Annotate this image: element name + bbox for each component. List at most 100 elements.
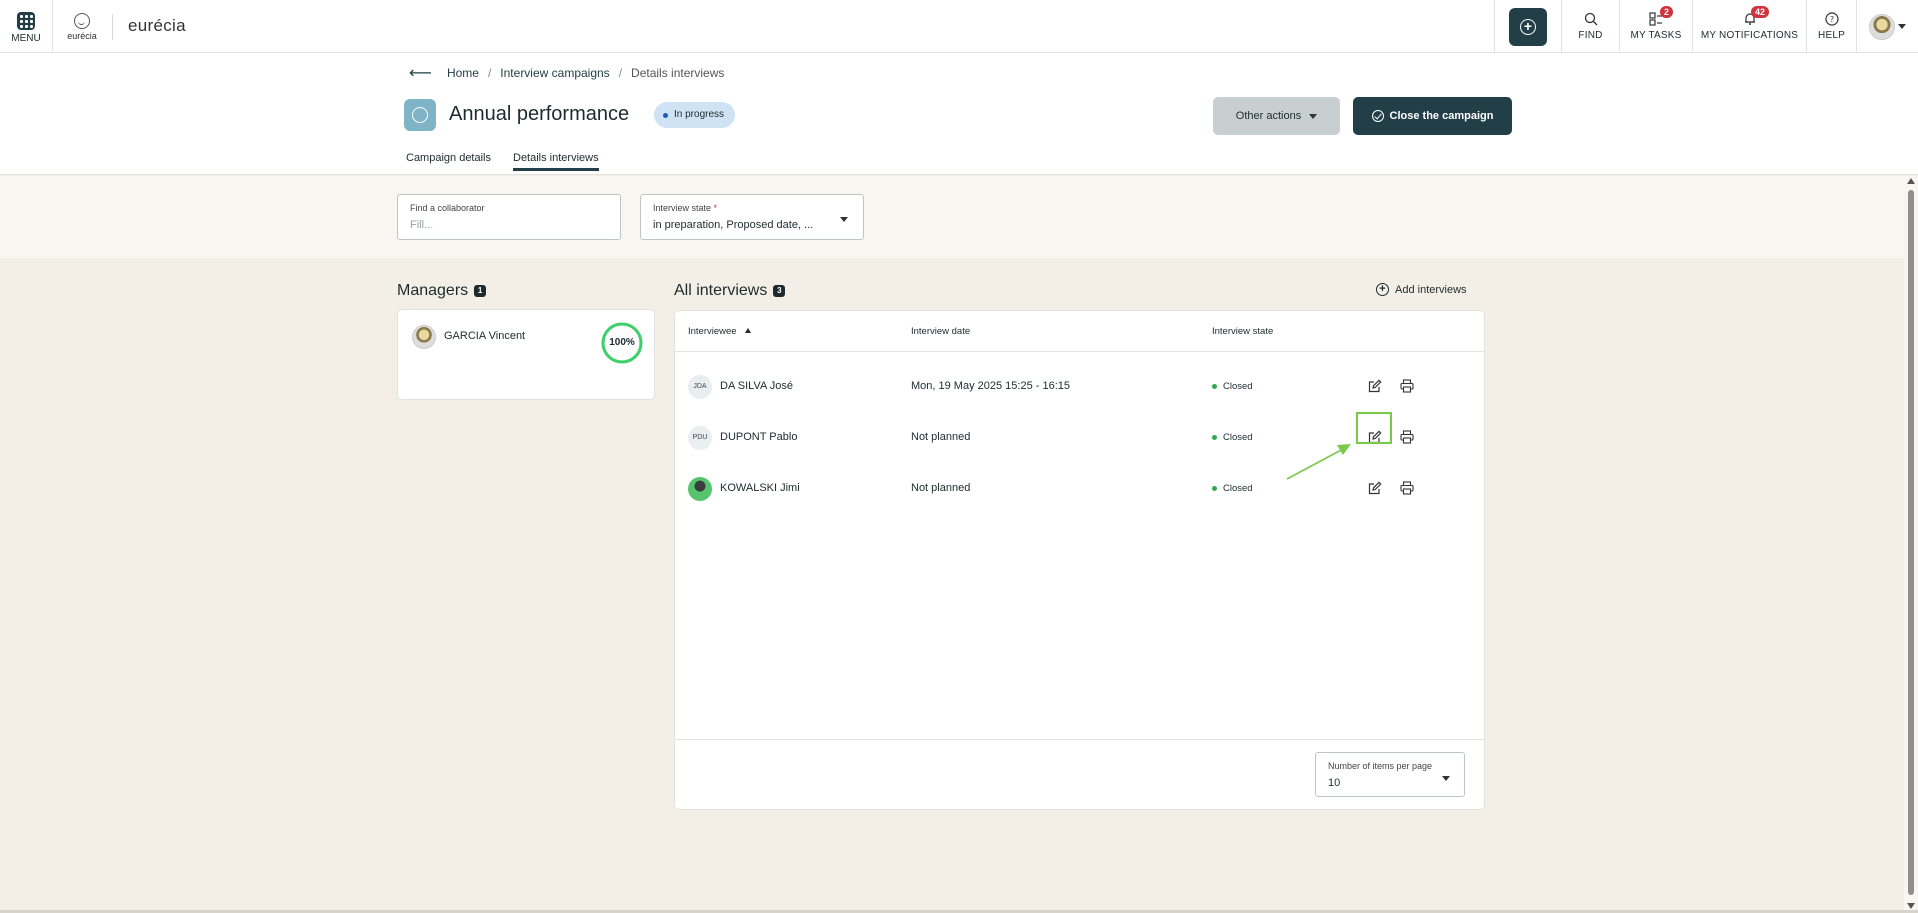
- managers-count: 1: [474, 285, 487, 297]
- other-actions-button[interactable]: Other actions: [1213, 97, 1340, 135]
- status-dot: [1212, 486, 1217, 491]
- my-notifications-label: MY NOTIFICATIONS: [1700, 30, 1799, 41]
- column-header-interviewee[interactable]: Interviewee: [688, 326, 751, 337]
- interviews-count: 3: [773, 285, 786, 297]
- avatar: JDA: [688, 375, 712, 399]
- print-button[interactable]: [1397, 376, 1417, 396]
- sort-ascending-icon: [744, 328, 751, 333]
- interviewee-name[interactable]: DA SILVA José: [720, 380, 793, 392]
- breadcrumb-separator: /: [487, 66, 492, 80]
- interviewee-name[interactable]: KOWALSKI Jimi: [720, 482, 800, 494]
- interview-state-select[interactable]: Interview state * in preparation, Propos…: [640, 194, 864, 240]
- filters-bar: Find a collaborator Fill... Interview st…: [0, 176, 1918, 258]
- help-icon: ?: [1824, 12, 1839, 26]
- breadcrumb-home[interactable]: Home: [447, 66, 479, 80]
- back-arrow-icon[interactable]: ⟵: [409, 63, 432, 83]
- tabs: Campaign details Details interviews: [406, 152, 599, 171]
- collaborator-label: Find a collaborator: [410, 203, 485, 213]
- scrollbar[interactable]: [1904, 176, 1918, 913]
- interview-state-label: Interview state *: [653, 203, 718, 213]
- smiley-logo-icon: [74, 13, 90, 29]
- interviews-table: Interviewee Interview date Interview sta…: [674, 310, 1485, 810]
- chevron-down-icon: [1442, 776, 1450, 781]
- plus-circle-icon: +: [1520, 18, 1536, 35]
- breadcrumb-campaigns[interactable]: Interview campaigns: [500, 66, 609, 80]
- campaign-icon: [404, 99, 436, 131]
- my-notifications-button[interactable]: 42 MY NOTIFICATIONS: [1692, 0, 1806, 53]
- scroll-down-icon[interactable]: [1907, 903, 1915, 909]
- interview-date: Not planned: [911, 482, 971, 494]
- print-icon: [1400, 430, 1414, 444]
- print-icon: [1400, 379, 1414, 393]
- manager-progress-ring: 100%: [600, 321, 644, 365]
- add-interviews-label: Add interviews: [1395, 283, 1467, 296]
- add-interviews-button[interactable]: + Add interviews: [1376, 283, 1467, 296]
- managers-card: GARCIA Vincent 100%: [397, 309, 655, 400]
- interview-state-value: in preparation, Proposed date, ...: [653, 219, 814, 231]
- scroll-up-icon[interactable]: [1907, 178, 1915, 184]
- items-per-page-label: Number of items per page: [1328, 761, 1433, 771]
- interview-date: Not planned: [911, 431, 971, 443]
- help-label: HELP: [1818, 30, 1845, 41]
- items-per-page-value: 10: [1328, 777, 1341, 789]
- close-campaign-button[interactable]: Close the campaign: [1353, 97, 1512, 135]
- footer-divider: [675, 739, 1484, 740]
- interview-state: Closed: [1212, 432, 1253, 443]
- tab-campaign-details[interactable]: Campaign details: [406, 152, 491, 171]
- collaborator-search-input[interactable]: Find a collaborator Fill...: [397, 194, 621, 240]
- svg-text:?: ?: [1829, 15, 1833, 24]
- managers-title: Managers 1: [397, 282, 487, 300]
- interview-state: Closed: [1212, 381, 1253, 392]
- logo-divider: [112, 14, 113, 40]
- logo-small-text: eurécia: [67, 31, 97, 41]
- items-per-page-select[interactable]: Number of items per page 10: [1315, 752, 1465, 797]
- help-button[interactable]: ? HELP: [1806, 0, 1856, 53]
- plus-circle-icon: +: [1376, 283, 1389, 296]
- print-button[interactable]: [1397, 478, 1417, 498]
- avatar: [412, 325, 436, 349]
- table-row: JDA DA SILVA José Mon, 19 May 2025 15:25…: [675, 361, 1484, 412]
- top-bar: MENU eurécia eurécia + FIND 2 MY TASKS 4…: [0, 0, 1918, 53]
- interview-state: Closed: [1212, 483, 1253, 494]
- user-avatar: [1869, 13, 1895, 40]
- close-campaign-label: Close the campaign: [1389, 110, 1494, 122]
- edit-button[interactable]: [1365, 376, 1385, 396]
- eurecia-logo[interactable]: eurécia: [62, 13, 102, 41]
- page-title: Annual performance: [449, 103, 630, 125]
- breadcrumb: ⟵ Home / Interview campaigns / Details i…: [409, 63, 724, 83]
- print-icon: [1400, 481, 1414, 495]
- user-menu[interactable]: [1856, 0, 1918, 53]
- my-tasks-button[interactable]: 2 MY TASKS: [1619, 0, 1692, 53]
- annotation-arrow-icon: [1286, 444, 1351, 480]
- column-header-interview-state: Interview state: [1212, 326, 1274, 337]
- brand-name: eurécia: [128, 16, 186, 35]
- avatar: [688, 477, 712, 501]
- status-dot: [1212, 384, 1217, 389]
- chevron-down-icon: [1309, 113, 1318, 119]
- edit-icon: [1368, 481, 1382, 495]
- menu-button[interactable]: MENU: [0, 0, 53, 53]
- breadcrumb-separator: /: [618, 66, 623, 80]
- menu-label: MENU: [11, 33, 41, 44]
- notifications-badge: 42: [1751, 6, 1770, 18]
- my-tasks-label: MY TASKS: [1630, 30, 1682, 41]
- header-divider: [675, 351, 1484, 352]
- print-button[interactable]: [1397, 427, 1417, 447]
- search-icon: [1584, 12, 1597, 26]
- manager-progress-label: 100%: [609, 337, 635, 348]
- tab-details-interviews[interactable]: Details interviews: [513, 152, 599, 171]
- find-label: FIND: [1578, 30, 1603, 41]
- find-button[interactable]: FIND: [1561, 0, 1619, 53]
- collaborator-placeholder: Fill...: [410, 219, 434, 231]
- tasks-badge: 2: [1660, 6, 1674, 18]
- interviewee-name[interactable]: DUPONT Pablo: [720, 431, 797, 443]
- quick-add-cell: +: [1494, 0, 1561, 53]
- chevron-down-icon: [1898, 24, 1906, 29]
- edit-button[interactable]: [1365, 478, 1385, 498]
- avatar: PDU: [688, 426, 712, 450]
- edit-icon: [1368, 379, 1382, 393]
- scrollbar-thumb[interactable]: [1908, 190, 1914, 895]
- quick-add-button[interactable]: +: [1509, 7, 1547, 46]
- manager-name[interactable]: GARCIA Vincent: [444, 330, 525, 342]
- interview-date: Mon, 19 May 2025 15:25 - 16:15: [911, 380, 1070, 392]
